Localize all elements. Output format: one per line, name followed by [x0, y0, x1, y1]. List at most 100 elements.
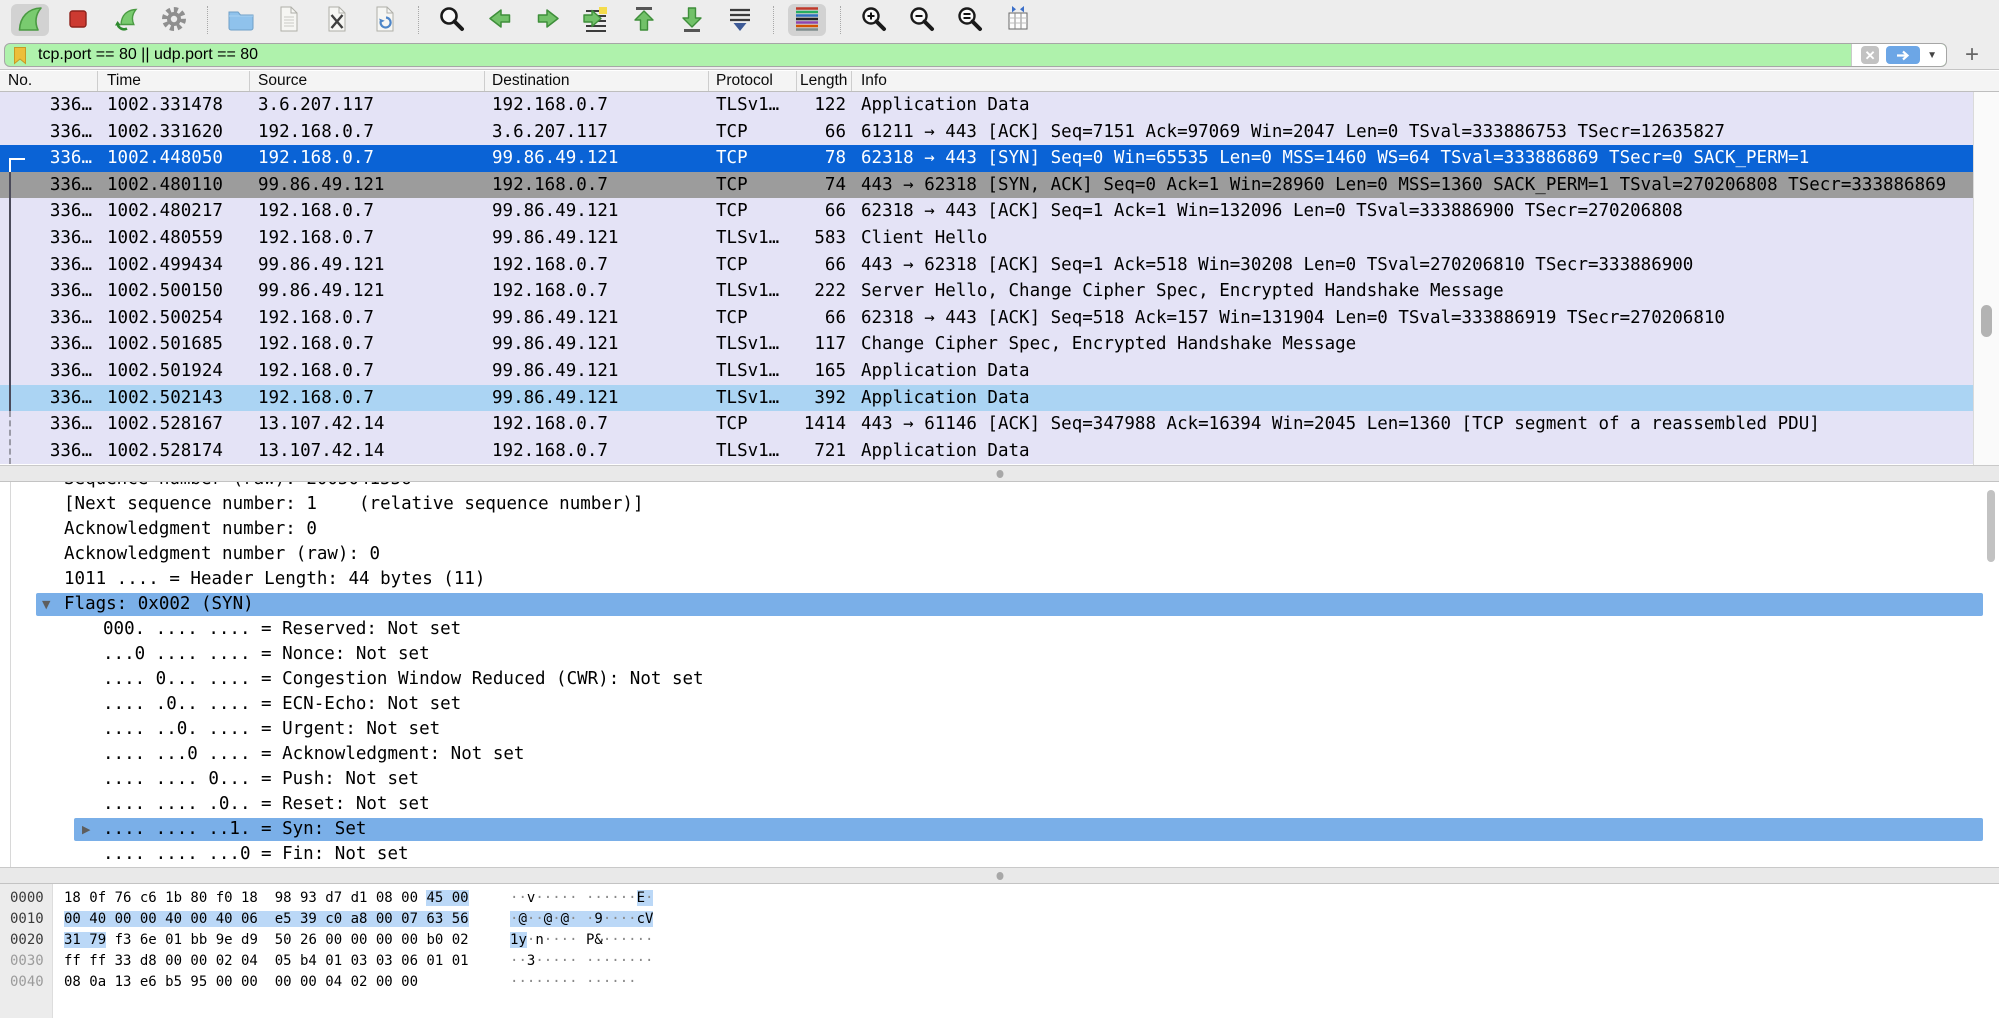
cell-dst: 192.168.0.7: [485, 252, 709, 279]
packet-row[interactable]: 336…1002.500254192.168.0.799.86.49.121TC…: [0, 305, 1973, 332]
detail-line[interactable]: .... .... ...0 = Fin: Not set: [0, 842, 1999, 867]
resize-columns-button[interactable]: [999, 4, 1037, 36]
zoom-in-button[interactable]: [855, 4, 893, 36]
packet-list-header: No. Time Source Destination Protocol Len…: [0, 71, 1999, 92]
cell-info: 61211 → 443 [ACK] Seq=7151 Ack=97069 Win…: [852, 119, 1973, 146]
detail-line[interactable]: .... ..0. .... = Urgent: Not set: [0, 717, 1999, 742]
column-header-info[interactable]: Info: [852, 71, 1999, 91]
cell-dst: 192.168.0.7: [485, 438, 709, 465]
hex-bytes: 31 79 f3 6e 01 bb 9e d9 50 26 00 00 00 0…: [64, 930, 469, 951]
packet-row[interactable]: 336…1002.52816713.107.42.14192.168.0.7TC…: [0, 411, 1973, 438]
arrow-left-icon: [485, 4, 515, 37]
detail-line[interactable]: .... .0.. .... = ECN-Echo: Not set: [0, 692, 1999, 717]
cell-no: 336…: [0, 385, 98, 412]
detail-line[interactable]: .... .... .0.. = Reset: Not set: [0, 792, 1999, 817]
save-file-button[interactable]: [270, 4, 308, 36]
detail-line[interactable]: .... ...0 .... = Acknowledgment: Not set: [0, 742, 1999, 767]
reload-file-button[interactable]: [366, 4, 404, 36]
packet-row[interactable]: 336…1002.52817413.107.42.14192.168.0.7TL…: [0, 438, 1973, 465]
detail-line[interactable]: [Next sequence number: 1 (relative seque…: [0, 492, 1999, 517]
close-file-button[interactable]: [318, 4, 356, 36]
cell-src: 99.86.49.121: [250, 252, 485, 279]
hex-row[interactable]: 0020 31 79 f3 6e 01 bb 9e d9 50 26 00 00 …: [0, 930, 1999, 951]
detail-line[interactable]: Acknowledgment number: 0: [0, 517, 1999, 542]
packet-row[interactable]: 336…1002.448050192.168.0.799.86.49.121TC…: [0, 145, 1973, 172]
start-capture-button[interactable]: [11, 4, 49, 36]
apply-filter-icon[interactable]: [1886, 46, 1920, 64]
cell-time: 1002.499434: [98, 252, 250, 279]
go-to-last-packet-button[interactable]: [673, 4, 711, 36]
detail-line[interactable]: ▼ Flags: 0x002 (SYN): [0, 592, 1999, 617]
packet-row[interactable]: 336…1002.3314783.6.207.117192.168.0.7TLS…: [0, 92, 1973, 119]
cell-time: 1002.500254: [98, 305, 250, 332]
bookmark-icon[interactable]: [12, 46, 28, 65]
packet-row[interactable]: 336…1002.331620192.168.0.73.6.207.117TCP…: [0, 119, 1973, 146]
detail-line[interactable]: 000. .... .... = Reserved: Not set: [0, 617, 1999, 642]
packet-list-scrollbar[interactable]: [1973, 92, 1999, 465]
collapse-arrow-icon[interactable]: ▼: [42, 592, 50, 617]
colorize-packets-button[interactable]: [788, 4, 826, 36]
hex-offset: 0020: [10, 930, 44, 951]
clear-filter-icon[interactable]: ✕: [1861, 46, 1879, 64]
cell-no: 336…: [0, 411, 98, 438]
find-packet-button[interactable]: [433, 4, 471, 36]
display-filter-input[interactable]: tcp.port == 80 || udp.port == 80 ✕ ▼: [4, 43, 1947, 67]
packet-row[interactable]: 336…1002.480217192.168.0.799.86.49.121TC…: [0, 198, 1973, 225]
detail-text: 000. .... .... = Reserved: Not set: [103, 619, 461, 639]
cell-info: 62318 → 443 [SYN] Seq=0 Win=65535 Len=0 …: [852, 145, 1973, 172]
stop-capture-button[interactable]: [59, 4, 97, 36]
expand-arrow-icon[interactable]: ▶: [82, 817, 90, 842]
zoom-out-button[interactable]: [903, 4, 941, 36]
packet-row[interactable]: 336…1002.501924192.168.0.799.86.49.121TL…: [0, 358, 1973, 385]
column-header-no[interactable]: No.: [0, 71, 98, 91]
arrow-right-icon: [533, 4, 563, 37]
auto-scroll-button[interactable]: [721, 4, 759, 36]
add-filter-button[interactable]: +: [1959, 40, 1985, 70]
pane-splitter[interactable]: [0, 867, 1999, 884]
detail-line[interactable]: Sequence number (raw): 2005041556: [0, 482, 1999, 492]
detail-text: Flags: 0x002 (SYN): [64, 594, 254, 614]
cell-proto: TLSv1…: [709, 331, 797, 358]
detail-line[interactable]: .... .... 0... = Push: Not set: [0, 767, 1999, 792]
detail-line[interactable]: 1011 .... = Header Length: 44 bytes (11): [0, 567, 1999, 592]
capture-options-button[interactable]: [155, 4, 193, 36]
zoom-original-button[interactable]: [951, 4, 989, 36]
detail-line[interactable]: ▶.... .... ..1. = Syn: Set: [0, 817, 1999, 842]
restart-capture-button[interactable]: [107, 4, 145, 36]
column-header-time[interactable]: Time: [98, 71, 250, 91]
detail-line[interactable]: ...0 .... .... = Nonce: Not set: [0, 642, 1999, 667]
hex-offset: 0000: [10, 888, 44, 909]
detail-line[interactable]: Acknowledgment number (raw): 0: [0, 542, 1999, 567]
open-file-button[interactable]: [222, 4, 260, 36]
column-header-length[interactable]: Length: [797, 71, 852, 91]
hex-ascii: ··v····· ······E·: [510, 888, 653, 909]
display-filter-text: tcp.port == 80 || udp.port == 80: [38, 46, 258, 64]
packet-row[interactable]: 336…1002.50015099.86.49.121192.168.0.7TL…: [0, 278, 1973, 305]
packet-row[interactable]: 336…1002.502143192.168.0.799.86.49.121TL…: [0, 385, 1973, 412]
cell-dst: 99.86.49.121: [485, 198, 709, 225]
packet-row[interactable]: 336…1002.48011099.86.49.121192.168.0.7TC…: [0, 172, 1973, 199]
go-back-button[interactable]: [481, 4, 519, 36]
column-header-protocol[interactable]: Protocol: [709, 71, 797, 91]
shark-fin-start-icon: [15, 4, 45, 37]
go-forward-button[interactable]: [529, 4, 567, 36]
cell-proto: TCP: [709, 411, 797, 438]
column-header-destination[interactable]: Destination: [485, 71, 709, 91]
go-to-packet-button[interactable]: [577, 4, 615, 36]
packet-row[interactable]: 336…1002.480559192.168.0.799.86.49.121TL…: [0, 225, 1973, 252]
filter-dropdown-chevron-icon[interactable]: ▼: [1927, 50, 1937, 61]
scrollbar-thumb[interactable]: [1981, 305, 1992, 337]
packet-row[interactable]: 336…1002.501685192.168.0.799.86.49.121TL…: [0, 331, 1973, 358]
hex-row[interactable]: 004008 0a 13 e6 b5 95 00 00 00 00 04 02 …: [0, 972, 1999, 993]
zoom-original-icon: [955, 4, 985, 37]
detail-text: .... ..0. .... = Urgent: Not set: [103, 719, 440, 739]
hex-row[interactable]: 000018 0f 76 c6 1b 80 f0 18 98 93 d7 d1 …: [0, 888, 1999, 909]
hex-row[interactable]: 001000 40 00 00 40 00 40 06 e5 39 c0 a8 …: [0, 909, 1999, 930]
details-scrollbar-thumb[interactable]: [1987, 490, 1995, 562]
detail-line[interactable]: .... 0... .... = Congestion Window Reduc…: [0, 667, 1999, 692]
column-header-source[interactable]: Source: [250, 71, 485, 91]
hex-row[interactable]: 0030ff ff 33 d8 00 00 02 04 05 b4 01 03 …: [0, 951, 1999, 972]
go-to-first-packet-button[interactable]: [625, 4, 663, 36]
packet-row[interactable]: 336…1002.49943499.86.49.121192.168.0.7TC…: [0, 252, 1973, 279]
pane-splitter[interactable]: [0, 465, 1999, 482]
